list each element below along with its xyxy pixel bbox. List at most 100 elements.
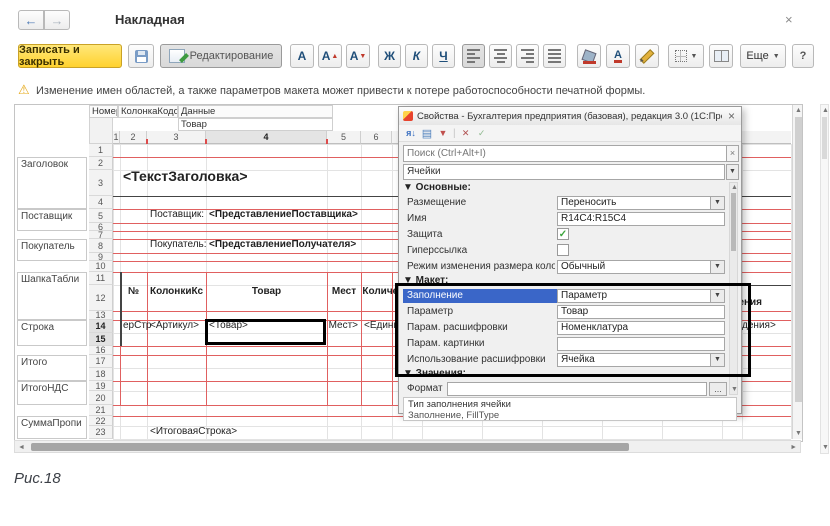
form-close-icon[interactable]: ×: [785, 14, 793, 26]
sheet-cell[interactable]: Мест>: [328, 320, 360, 333]
row-header[interactable]: 16: [89, 346, 113, 355]
help-button[interactable]: ?: [792, 44, 814, 68]
align-left-button[interactable]: [462, 44, 485, 68]
scroll-up-icon[interactable]: ▲: [795, 106, 802, 115]
row-header[interactable]: 10: [89, 261, 113, 272]
scroll-down-icon[interactable]: ▼: [822, 443, 829, 452]
row-header[interactable]: 1: [89, 144, 113, 157]
font-color-button[interactable]: А: [606, 44, 630, 68]
named-column-header[interactable]: НомерС: [89, 105, 118, 118]
pencil-button[interactable]: [635, 44, 659, 68]
property-value-field[interactable]: Обычный▼: [557, 260, 725, 274]
combo-arrow-icon[interactable]: ▼: [710, 261, 724, 273]
row-header[interactable]: 13: [89, 311, 113, 320]
column-header[interactable]: 2: [120, 131, 147, 144]
category-select[interactable]: Ячейки: [403, 164, 725, 180]
filter-icon[interactable]: ▼: [435, 128, 451, 138]
align-center-button[interactable]: [489, 44, 512, 68]
save-and-close-button[interactable]: Записать и закрыть: [18, 44, 122, 68]
row-header[interactable]: 11: [89, 272, 113, 285]
horizontal-scrollbar[interactable]: ◄ ►: [14, 440, 801, 453]
property-checkbox[interactable]: [557, 244, 569, 256]
sheet-cell[interactable]: ерСтр: [121, 320, 146, 333]
font-increase-button[interactable]: А▲: [318, 44, 342, 68]
underline-button[interactable]: Ч: [432, 44, 455, 68]
row-header[interactable]: 4: [89, 196, 113, 209]
sheet-cell[interactable]: №: [121, 272, 146, 311]
property-value-field[interactable]: R14C4:R15C4: [557, 212, 725, 226]
properties-close-icon[interactable]: ×: [728, 109, 735, 123]
row-group-label[interactable]: Итого: [17, 355, 87, 381]
row-header[interactable]: 2: [89, 157, 113, 170]
row-group-label[interactable]: СуммаПропи: [17, 416, 87, 439]
named-column-header[interactable]: КолонкаКодов: [118, 105, 178, 118]
column-header[interactable]: 3: [147, 131, 206, 144]
scroll-up-icon[interactable]: ▲: [822, 106, 829, 115]
page-scroll-thumb[interactable]: [822, 117, 827, 159]
column-header[interactable]: 5: [327, 131, 361, 144]
column-header[interactable]: 4: [206, 131, 327, 144]
page-vertical-scrollbar[interactable]: ▲ ▼: [820, 104, 829, 454]
sheet-cell[interactable]: Покупатель:: [148, 239, 205, 253]
row-header[interactable]: 14: [89, 320, 113, 333]
properties-search-input[interactable]: [403, 145, 729, 162]
nav-forward-button[interactable]: →: [44, 10, 70, 30]
named-column-header[interactable]: Данные: [178, 105, 333, 118]
scroll-down-icon[interactable]: ▼: [731, 385, 738, 394]
clear-icon[interactable]: ✕: [458, 128, 474, 139]
selected-cell-outline[interactable]: [205, 319, 326, 345]
editing-toggle-button[interactable]: Редактирование: [160, 44, 282, 68]
row-header[interactable]: 23: [89, 426, 113, 439]
row-header[interactable]: 12: [89, 285, 113, 311]
align-right-button[interactable]: [516, 44, 539, 68]
sheet-cell[interactable]: Товар: [207, 272, 326, 311]
scroll-up-icon[interactable]: ▲: [731, 183, 738, 192]
borders-dropdown-button[interactable]: ▼: [668, 44, 704, 68]
sheet-cell[interactable]: <ПредставлениеПолучателя>: [207, 239, 326, 253]
property-value-field[interactable]: [447, 382, 707, 396]
sheet-cell[interactable]: <Артикул>: [148, 320, 205, 333]
row-header[interactable]: 19: [89, 381, 113, 391]
scroll-right-icon[interactable]: ►: [790, 443, 797, 452]
sheet-cell[interactable]: КолонкиКс: [148, 272, 205, 311]
font-button[interactable]: А: [290, 44, 314, 68]
font-decrease-button[interactable]: А▼: [346, 44, 370, 68]
search-clear-button[interactable]: ×: [726, 145, 739, 162]
scroll-left-icon[interactable]: ◄: [18, 443, 25, 452]
format-dots-button[interactable]: ...: [709, 382, 727, 396]
properties-titlebar[interactable]: Свойства - Бухгалтерия предприятия (базо…: [399, 107, 741, 126]
fill-color-button[interactable]: [577, 44, 601, 68]
row-group-label[interactable]: Поставщик: [17, 209, 87, 231]
sort-icon[interactable]: я↓: [403, 128, 419, 138]
align-justify-button[interactable]: [543, 44, 566, 68]
property-section-header[interactable]: ▼ Основные:: [403, 182, 471, 193]
row-group-label[interactable]: Строка: [17, 320, 87, 346]
row-header[interactable]: 18: [89, 368, 113, 381]
row-group-label[interactable]: ШапкаТабли: [17, 272, 87, 320]
sheet-cell[interactable]: <ИтоговаяСтрока>: [148, 426, 205, 439]
scroll-down-icon[interactable]: ▼: [795, 429, 802, 438]
italic-button[interactable]: К: [405, 44, 428, 68]
more-button[interactable]: Еще▼: [740, 44, 786, 68]
nav-back-button[interactable]: ←: [18, 10, 44, 30]
properties-scroll-thumb[interactable]: [731, 193, 736, 251]
sheet-vertical-scrollbar[interactable]: ▲▼: [792, 105, 803, 439]
sheet-cell[interactable]: <ТекстЗаголовка>: [121, 170, 146, 196]
merge-cells-button[interactable]: [709, 44, 733, 68]
row-group-label[interactable]: ИтогоНДС: [17, 381, 87, 405]
row-header[interactable]: 20: [89, 391, 113, 405]
row-header[interactable]: 22: [89, 416, 113, 426]
property-value-field[interactable]: Переносить▼: [557, 196, 725, 210]
sheet-cell[interactable]: Поставщик:: [148, 209, 205, 223]
row-header[interactable]: 21: [89, 405, 113, 416]
category-icon[interactable]: ▤: [419, 127, 435, 140]
combo-arrow-icon[interactable]: ▼: [710, 197, 724, 209]
row-group-label[interactable]: Заголовок: [17, 157, 87, 209]
row-header[interactable]: 3: [89, 170, 113, 196]
column-header[interactable]: 1: [113, 131, 120, 144]
row-header[interactable]: 9: [89, 253, 113, 261]
category-select-arrow-icon[interactable]: ▼: [726, 164, 739, 180]
bold-button[interactable]: Ж: [378, 44, 401, 68]
sheet-cell[interactable]: Мест: [328, 272, 360, 311]
sheet-scroll-thumb[interactable]: [795, 117, 802, 402]
